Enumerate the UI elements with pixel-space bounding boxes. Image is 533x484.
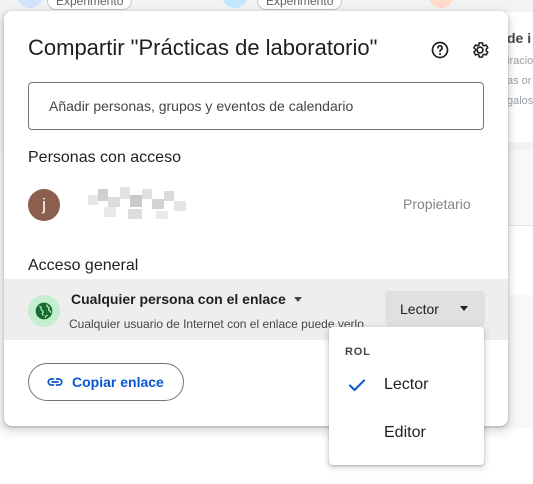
check-icon [348, 379, 366, 391]
general-role-select[interactable]: Lector [385, 291, 485, 326]
gear-icon [473, 42, 489, 58]
role-option-lector[interactable]: Lector [329, 365, 484, 405]
help-button[interactable] [428, 38, 452, 62]
caret-down-icon [293, 296, 302, 302]
background-card-title: de i [507, 30, 532, 46]
redacted-user-name [84, 185, 196, 223]
role-menu: ROL Lector Editor [329, 327, 484, 465]
caret-down-icon [459, 306, 468, 311]
general-role-label: Lector [400, 300, 439, 317]
background-card-text: as or [507, 75, 532, 87]
role-option-editor[interactable]: Editor [329, 413, 484, 453]
link-icon [47, 378, 63, 386]
help-circle-icon [431, 41, 449, 59]
link-access-select[interactable]: Cualquier persona con el enlace [71, 291, 302, 307]
background-chip: Experimento [47, 0, 133, 10]
add-people-input[interactable] [28, 82, 484, 130]
avatar: j [28, 189, 60, 221]
background-card-text: galos [507, 95, 533, 107]
role-option-label: Editor [384, 424, 426, 441]
role-menu-header: ROL [345, 346, 371, 358]
settings-button[interactable] [468, 38, 492, 62]
copy-link-button[interactable]: Copiar enlace [28, 363, 184, 401]
general-access-title: Acceso general [28, 257, 139, 274]
globe-icon [35, 302, 53, 320]
background-chip: Experimento [257, 0, 343, 10]
copy-link-label: Copiar enlace [72, 374, 164, 390]
globe-icon-badge [28, 295, 60, 327]
link-access-label: Cualquier persona con el enlace [71, 291, 286, 307]
dialog-title: Compartir "Prácticas de laboratorio" [28, 35, 378, 60]
people-section-title: Personas con acceso [28, 149, 181, 166]
link-access-description: Cualquier usuario de Internet con el enl… [69, 317, 364, 331]
role-option-label: Lector [384, 376, 429, 393]
background-card-text: iracio [507, 55, 533, 67]
owner-role-label: Propietario [403, 196, 471, 212]
